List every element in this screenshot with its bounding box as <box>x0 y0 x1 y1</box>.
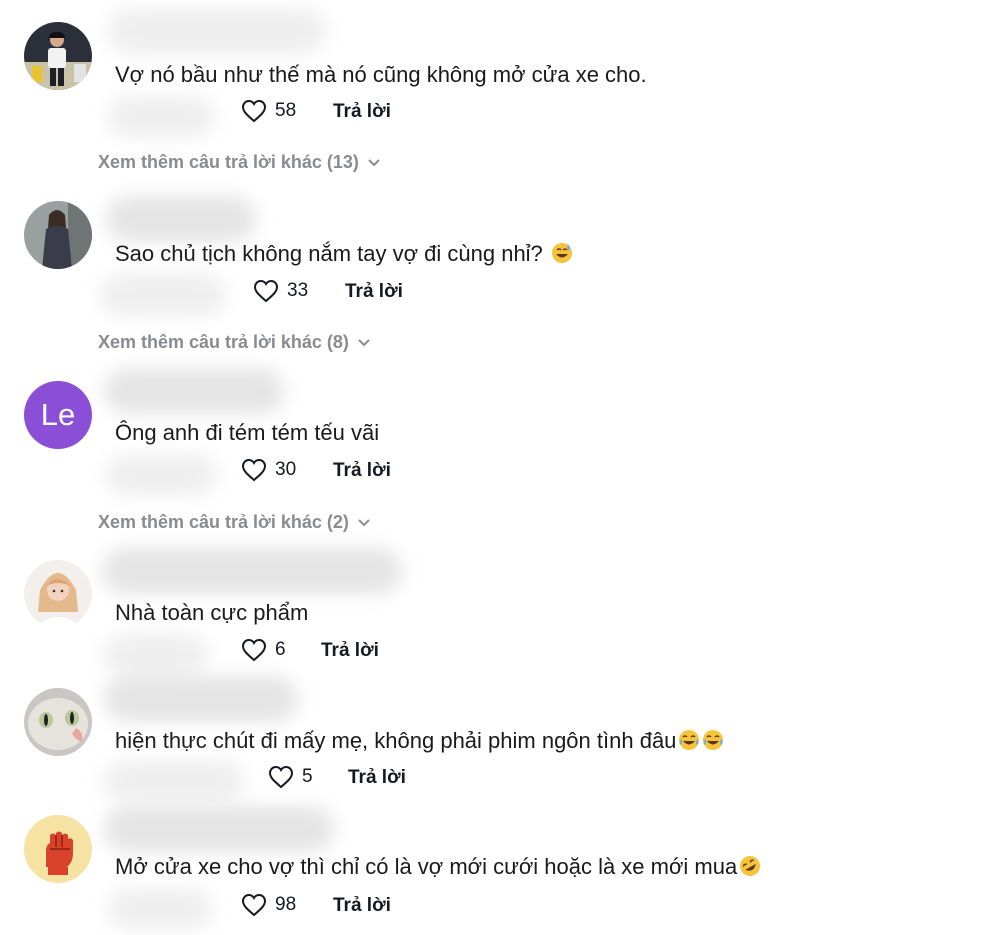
reply-button[interactable]: Trả lời <box>333 101 391 123</box>
comment-6: Mở cửa xe cho vợ thì chỉ có là vợ mới cư… <box>0 0 1000 930</box>
heart-outline-icon <box>241 638 267 662</box>
blurred-username <box>104 806 334 852</box>
like-count: 30 <box>275 459 297 480</box>
reply-button[interactable]: Trả lời <box>333 895 391 917</box>
blurred-username <box>104 676 298 722</box>
comment-text: Mở cửa xe cho vợ thì chỉ có là vợ mới cư… <box>115 854 761 880</box>
comment-text: Nhà toàn cực phẩm <box>115 600 309 625</box>
heart-outline-icon <box>241 99 267 123</box>
avatar[interactable] <box>24 201 92 269</box>
chevron-down-icon <box>358 518 370 526</box>
rofl-emoji <box>740 856 761 876</box>
heart-outline-icon <box>268 765 294 789</box>
comment-text: Ông anh đi tém tém tếu vãi <box>115 420 380 445</box>
blurred-timestamp <box>104 760 244 802</box>
reply-button[interactable]: Trả lời <box>348 767 406 789</box>
grinning-sweat-emoji <box>551 243 572 263</box>
comment-text: Vợ nó bầu như thế mà nó cũng không mở cử… <box>115 62 647 87</box>
blurred-username <box>108 8 326 54</box>
avatar[interactable] <box>24 815 92 883</box>
like-count: 33 <box>287 280 309 301</box>
avatar[interactable] <box>24 560 92 628</box>
view-more-replies[interactable]: Xem thêm câu trả lời khác (8) <box>98 332 371 353</box>
blurred-timestamp <box>100 274 226 316</box>
blurred-timestamp <box>106 454 216 496</box>
blurred-timestamp <box>108 96 214 138</box>
like-button[interactable]: 98 <box>241 893 296 917</box>
like-button[interactable]: 33 <box>253 279 308 303</box>
view-more-replies[interactable]: Xem thêm câu trả lời khác (13) <box>98 152 381 173</box>
blurred-username <box>104 368 284 414</box>
blurred-username <box>106 196 256 242</box>
reply-button[interactable]: Trả lời <box>333 460 391 482</box>
like-button[interactable]: 30 <box>241 458 296 482</box>
like-count: 5 <box>302 766 313 787</box>
like-button[interactable]: 6 <box>241 638 286 662</box>
like-button[interactable]: 5 <box>268 765 313 789</box>
like-count: 58 <box>275 100 297 121</box>
reply-button[interactable]: Trả lời <box>345 281 403 303</box>
tears-of-joy-emoji <box>679 730 700 750</box>
chevron-down-icon <box>358 338 370 346</box>
blurred-username <box>102 548 402 594</box>
heart-outline-icon <box>241 893 267 917</box>
avatar[interactable] <box>24 688 92 756</box>
avatar-letters[interactable]: Le <box>24 381 92 449</box>
reply-button[interactable]: Trả lời <box>321 640 379 662</box>
like-button[interactable]: 58 <box>241 99 296 123</box>
heart-outline-icon <box>253 279 279 303</box>
blurred-timestamp <box>108 888 212 930</box>
avatar[interactable] <box>24 22 92 90</box>
comment-text: hiện thực chút đi mấy mẹ, không phải phi… <box>115 728 724 754</box>
like-count: 6 <box>275 639 286 660</box>
like-count: 98 <box>275 894 297 915</box>
tears-of-joy-emoji <box>703 730 724 750</box>
blurred-timestamp <box>104 634 208 676</box>
comment-text: Sao chủ tịch không nắm tay vợ đi cùng nh… <box>115 241 573 267</box>
view-more-replies[interactable]: Xem thêm câu trả lời khác (2) <box>98 512 371 533</box>
chevron-down-icon <box>368 158 380 166</box>
heart-outline-icon <box>241 458 267 482</box>
